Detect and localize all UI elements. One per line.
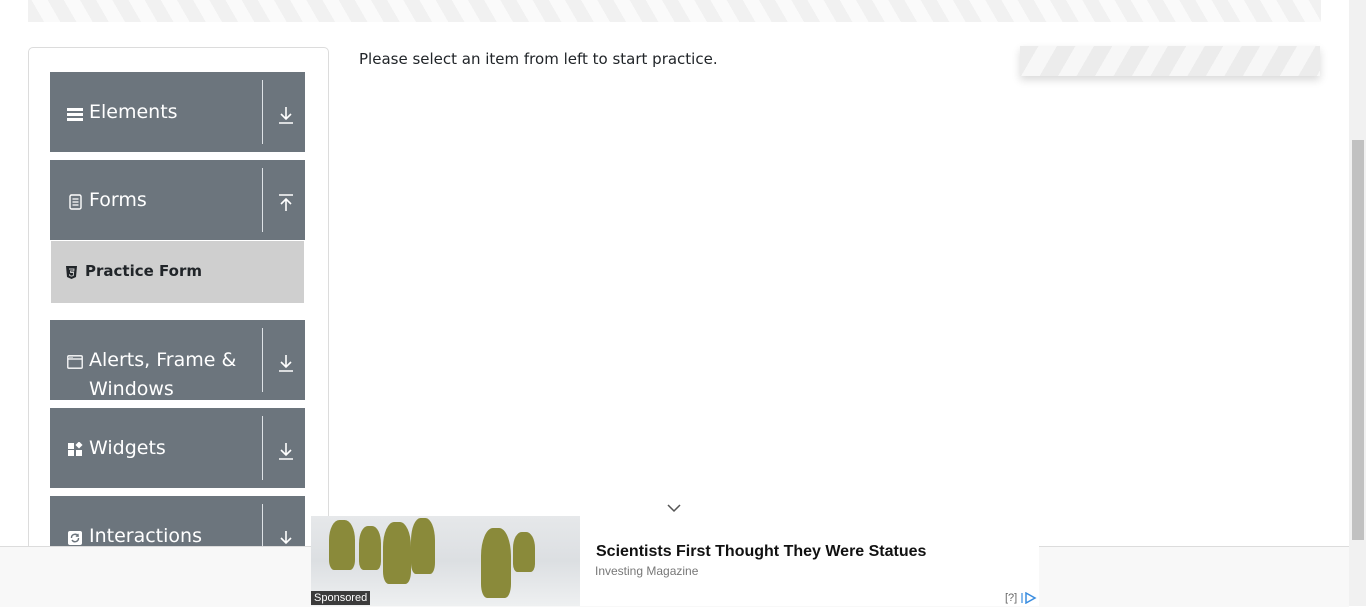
sponsored-label: Sponsored — [311, 591, 371, 605]
widgets-icon — [68, 442, 83, 456]
download-arrow-icon — [279, 443, 293, 460]
menu-group-alerts-frame-windows[interactable]: Alerts, Frame & Windows — [50, 320, 305, 400]
top-banner — [28, 0, 1321, 22]
menu-group-forms[interactable]: Forms — [50, 160, 305, 240]
menu-group-elements[interactable]: Elements — [50, 72, 305, 152]
menu-item-label: Practice Form — [85, 262, 202, 280]
instruction-text: Please select an item from left to start… — [359, 50, 718, 68]
html5-icon — [66, 266, 77, 279]
ad-choices-icon[interactable] — [1021, 592, 1037, 604]
right-banner — [1020, 46, 1320, 76]
document-icon — [69, 194, 82, 210]
menu-group-label: Forms — [89, 189, 147, 211]
ad-image[interactable]: Sponsored — [311, 516, 580, 606]
ad-help-link[interactable]: [?] — [1005, 592, 1017, 604]
download-arrow-icon — [279, 107, 293, 124]
menu-group-label: Alerts, Frame & Windows — [89, 349, 237, 400]
divider — [262, 80, 263, 144]
upload-arrow-icon — [279, 194, 293, 211]
menu-group-label: Elements — [89, 101, 178, 123]
hamburger-icon — [67, 108, 83, 121]
ad-source[interactable]: Investing Magazine — [595, 564, 698, 578]
ad-headline[interactable]: Scientists First Thought They Were Statu… — [596, 543, 926, 561]
chevron-down-icon[interactable] — [666, 502, 682, 514]
refresh-icon — [68, 531, 82, 545]
scrollbar-thumb[interactable] — [1352, 140, 1364, 540]
left-menu-panel: Elements Forms Practice Form Alerts, Fra… — [28, 47, 329, 569]
download-arrow-icon — [279, 355, 293, 372]
window-icon — [67, 355, 83, 369]
ad-card[interactable]: Sponsored Scientists First Thought They … — [311, 516, 1039, 606]
menu-group-widgets[interactable]: Widgets — [50, 408, 305, 488]
divider — [262, 168, 263, 232]
divider — [262, 328, 263, 392]
menu-item-practice-form[interactable]: Practice Form — [51, 241, 304, 303]
divider — [262, 416, 263, 480]
menu-group-label: Widgets — [89, 437, 166, 459]
